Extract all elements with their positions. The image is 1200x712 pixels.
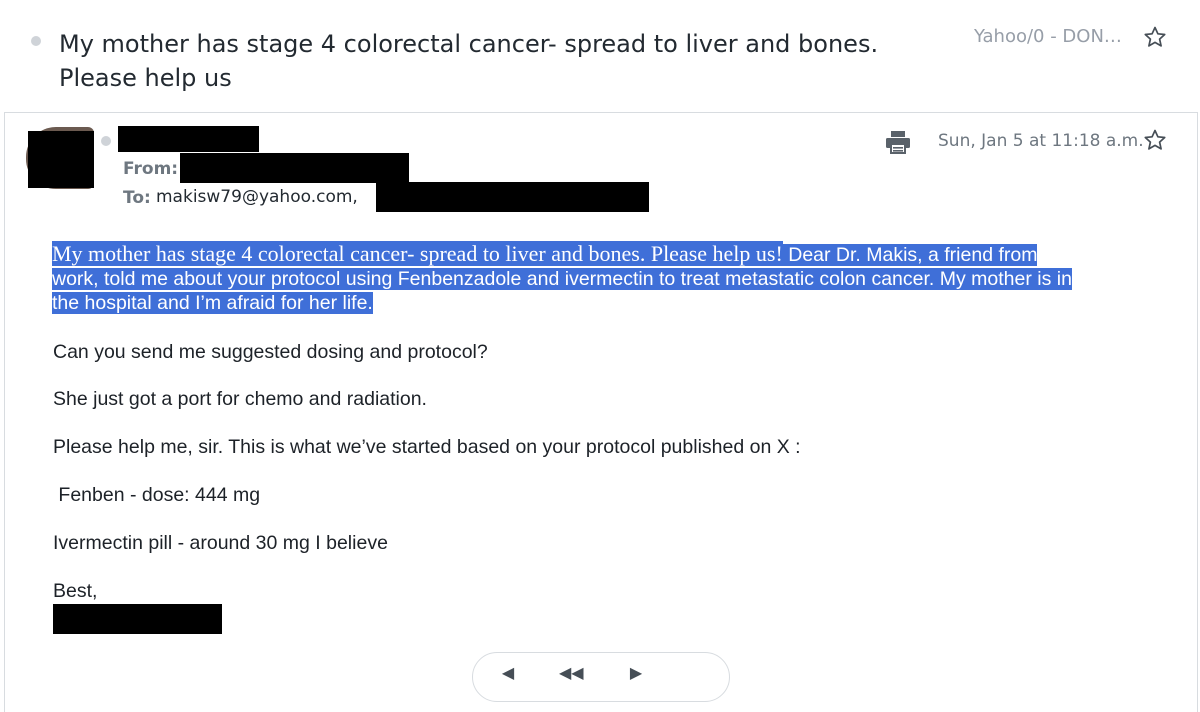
subject-header: My mother has stage 4 colorectal cancer-… xyxy=(0,0,1200,112)
from-label: From: xyxy=(123,159,179,179)
body-paragraph-fenben: Fenben - dose: 444 mg xyxy=(53,484,261,506)
star-icon[interactable] xyxy=(1143,25,1167,49)
message-date: Sun, Jan 5 at 11:18 a.m. xyxy=(938,131,1144,151)
redacted-signature xyxy=(53,604,222,634)
highlight-serif-text: My mother has stage 4 colorectal cancer-… xyxy=(52,241,783,266)
highlight-line2-text: work, told me about your protocol using … xyxy=(52,268,1072,290)
body-paragraph-port: She just got a port for chemo and radiat… xyxy=(53,388,427,410)
body-paragraph-dosing: Can you send me suggested dosing and pro… xyxy=(53,341,488,363)
message-star-icon[interactable] xyxy=(1143,128,1167,152)
redaction-avatar xyxy=(28,131,94,188)
unread-indicator xyxy=(31,36,41,46)
body-paragraph-ivermectin: Ivermectin pill - around 30 mg I believe xyxy=(53,532,388,554)
printer-icon[interactable] xyxy=(885,130,911,154)
email-subject: My mother has stage 4 colorectal cancer-… xyxy=(59,30,879,92)
back-icon[interactable]: ◀ xyxy=(499,665,517,683)
message-unread-dot xyxy=(101,136,111,146)
reply-all-icon[interactable]: ◀◀ xyxy=(559,665,584,683)
message-action-toolbar: ◀ ◀◀ ▶ xyxy=(472,652,730,702)
redacted-recipient xyxy=(376,182,649,212)
highlight-line1-text: Dear Dr. Makis, a friend from xyxy=(782,244,1038,266)
folder-label[interactable]: Yahoo/0 - DON… xyxy=(974,26,1122,47)
to-label: To: xyxy=(123,188,151,208)
to-address[interactable]: makisw79@yahoo.com, xyxy=(156,187,358,207)
redacted-sender-name xyxy=(118,126,259,152)
redacted-from-address xyxy=(180,153,409,183)
body-paragraph-protocol: Please help me, sir. This is what we’ve … xyxy=(53,436,801,458)
forward-icon[interactable]: ▶ xyxy=(627,665,645,683)
selected-paragraph: My mother has stage 4 colorectal cancer-… xyxy=(52,241,1147,315)
highlight-line3-text: the hospital and I’m afraid for her life… xyxy=(52,292,373,314)
body-signoff: Best, xyxy=(53,580,98,602)
